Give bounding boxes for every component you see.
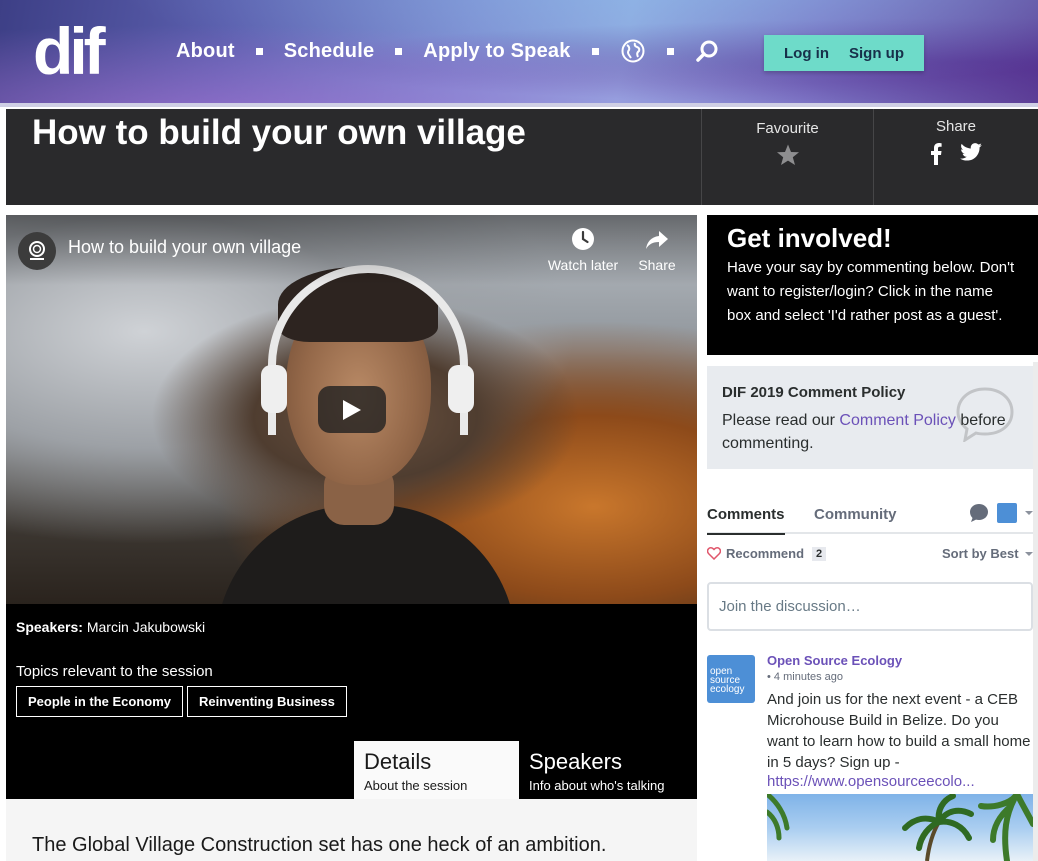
nav-about[interactable]: About (176, 40, 235, 63)
tab-details-subtitle: About the session (364, 778, 468, 793)
comment-image[interactable] (767, 794, 1033, 861)
comment-time[interactable]: • 4 minutes ago (767, 671, 1033, 683)
facebook-icon[interactable] (930, 143, 942, 165)
search-icon[interactable] (695, 38, 721, 64)
comment-avatar[interactable]: open source ecology (707, 655, 755, 703)
channel-avatar[interactable] (18, 232, 56, 270)
topic-tags: People in the Economy Reinventing Busine… (16, 686, 347, 717)
join-discussion-input[interactable]: Join the discussion… (707, 582, 1033, 631)
tab-speakers-title: Speakers (529, 749, 622, 774)
speakers-line: Speakers: Marcin Jakubowski (16, 619, 205, 635)
chat-bubble-icon[interactable] (969, 503, 989, 523)
chevron-down-icon[interactable] (1025, 511, 1033, 515)
login-button[interactable]: Log in (784, 45, 829, 62)
watch-later-button[interactable]: Watch later (543, 227, 623, 273)
signup-button[interactable]: Sign up (849, 45, 904, 62)
recommend-count: 2 (812, 546, 827, 561)
description-text: The Global Village Construction set has … (32, 834, 607, 856)
speech-bubble-icon (956, 387, 1014, 442)
auth-box: Log in Sign up (764, 35, 924, 71)
comments-tab-icons (969, 503, 1033, 523)
nav-separator (666, 47, 674, 55)
site-header: dif About Schedule Apply to Speak Log in… (0, 0, 1038, 103)
nav-separator (591, 47, 599, 55)
recommend-button[interactable]: Recommend 2 (707, 546, 827, 561)
tab-details[interactable]: Details About the session (354, 741, 519, 799)
session-description: The Global Village Construction set has … (6, 799, 697, 861)
globe-icon[interactable] (620, 38, 646, 64)
video-player[interactable]: How to build your own village Watch late… (6, 215, 697, 604)
share-label: Share (935, 118, 977, 135)
video-frame-headphone-cup (261, 365, 287, 413)
nav-separator (395, 47, 403, 55)
favourite-box[interactable]: Favourite (701, 109, 873, 205)
sidebar-scrollbar[interactable] (1033, 362, 1038, 861)
comment-link[interactable]: https://www.opensourceecolo... (767, 773, 1033, 790)
video-share-label: Share (638, 257, 676, 273)
topics-label: Topics relevant to the session (16, 663, 213, 680)
policy-text-pre: Please read our (722, 412, 840, 429)
svg-text:dif: dif (33, 18, 107, 78)
user-avatar[interactable] (997, 503, 1017, 523)
comment-body: Open Source Ecology • 4 minutes ago And … (767, 653, 1033, 790)
topic-tag[interactable]: Reinventing Business (187, 686, 347, 717)
nav-separator (255, 47, 263, 55)
session-title-bar: How to build your own village Favourite … (6, 109, 1038, 205)
get-involved-title: Get involved! (727, 223, 892, 253)
page-title: How to build your own village (32, 113, 526, 152)
tab-speakers-subtitle: Info about who's talking (529, 778, 665, 793)
comment-policy-box: DIF 2019 Comment Policy Please read our … (707, 366, 1033, 469)
tab-speakers[interactable]: Speakers Info about who's talking (519, 741, 697, 799)
dif-logo[interactable]: dif (33, 18, 119, 78)
clock-icon (572, 228, 594, 250)
speakers-label: Speakers: (16, 619, 83, 635)
video-frame-headphone-cup (448, 365, 474, 413)
video-share-button[interactable]: Share (617, 227, 697, 273)
share-arrow-icon (646, 231, 668, 249)
get-involved-box: Get involved! Have your say by commentin… (707, 215, 1038, 355)
heart-icon (707, 547, 721, 560)
play-button[interactable] (318, 386, 386, 433)
share-box: Share (873, 109, 1038, 205)
tab-community[interactable]: Community (814, 506, 897, 523)
video-title[interactable]: How to build your own village (68, 237, 301, 258)
nav-apply-to-speak[interactable]: Apply to Speak (423, 40, 570, 63)
session-info: Speakers: Marcin Jakubowski Topics relev… (6, 604, 697, 799)
tab-details-title: Details (364, 749, 432, 774)
sort-label: Sort by Best (942, 546, 1019, 561)
nav-schedule[interactable]: Schedule (284, 40, 375, 63)
watch-later-label: Watch later (547, 257, 619, 273)
tab-comments[interactable]: Comments (707, 506, 785, 535)
comment-policy-link[interactable]: Comment Policy (839, 412, 955, 429)
play-icon (343, 399, 361, 420)
channel-logo-icon (29, 241, 45, 260)
topic-tag[interactable]: People in the Economy (16, 686, 184, 717)
main-nav: About Schedule Apply to Speak (176, 38, 721, 64)
recommend-label: Recommend (726, 546, 805, 561)
twitter-icon[interactable] (960, 143, 982, 161)
favourite-label: Favourite (756, 120, 819, 137)
star-icon[interactable] (776, 143, 800, 167)
chevron-down-icon (1024, 551, 1033, 556)
palm-tree-image (767, 794, 1033, 861)
speaker-name[interactable]: Marcin Jakubowski (87, 619, 205, 635)
comment-author[interactable]: Open Source Ecology (767, 653, 1033, 668)
header-divider (0, 103, 1038, 107)
sort-dropdown[interactable]: Sort by Best (942, 546, 1033, 561)
comment-text: And join us for the next event - a CEB M… (767, 691, 1031, 771)
comment-time-text: 4 minutes ago (773, 671, 844, 683)
comments-tabs: Comments Community (707, 496, 1033, 535)
get-involved-text: Have your say by commenting below. Don't… (727, 259, 1015, 324)
